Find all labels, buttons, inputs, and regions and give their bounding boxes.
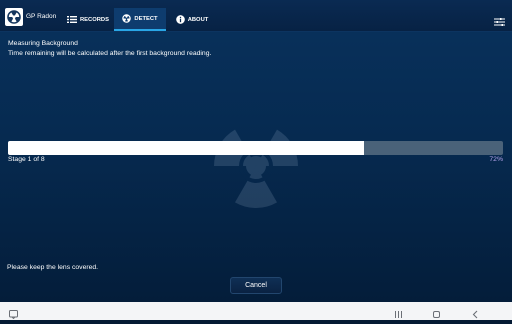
lens-hint: Please keep the lens covered.: [7, 264, 99, 271]
tab-about-label: ABOUT: [187, 16, 209, 23]
progress-percent: 72%: [489, 156, 503, 163]
home-icon[interactable]: [432, 306, 441, 324]
app-name: GP Radon: [26, 13, 57, 20]
sliders-icon: [494, 18, 505, 26]
system-nav-bar: [0, 302, 512, 320]
list-icon: [67, 16, 77, 23]
back-icon[interactable]: [471, 306, 480, 324]
radiation-icon: [122, 14, 132, 23]
tab-records-label: RECORDS: [80, 16, 109, 23]
radiation-watermark-icon: [200, 110, 312, 227]
detect-panel: Measuring Background Time remaining will…: [0, 32, 512, 302]
progress-fill: [8, 141, 365, 155]
app-bar: GP Radon RECORDS DETECT ABOUT: [0, 0, 512, 32]
status-title: Measuring Background: [8, 40, 78, 47]
app-logo-icon: [5, 8, 23, 26]
status-subtitle: Time remaining will be calculated after …: [8, 50, 212, 57]
screenshot-icon[interactable]: [9, 306, 18, 324]
progress-bar: [8, 141, 503, 155]
stage-label: Stage 1 of 8: [8, 156, 45, 163]
info-icon: [175, 15, 185, 24]
cancel-button[interactable]: Cancel: [230, 277, 282, 294]
tab-about[interactable]: ABOUT: [170, 8, 214, 31]
tab-records[interactable]: RECORDS: [64, 8, 112, 31]
tab-detect-label: DETECT: [134, 15, 158, 22]
settings-menu-button[interactable]: [494, 13, 505, 31]
recent-apps-icon[interactable]: [394, 306, 403, 324]
tab-detect[interactable]: DETECT: [114, 8, 166, 31]
